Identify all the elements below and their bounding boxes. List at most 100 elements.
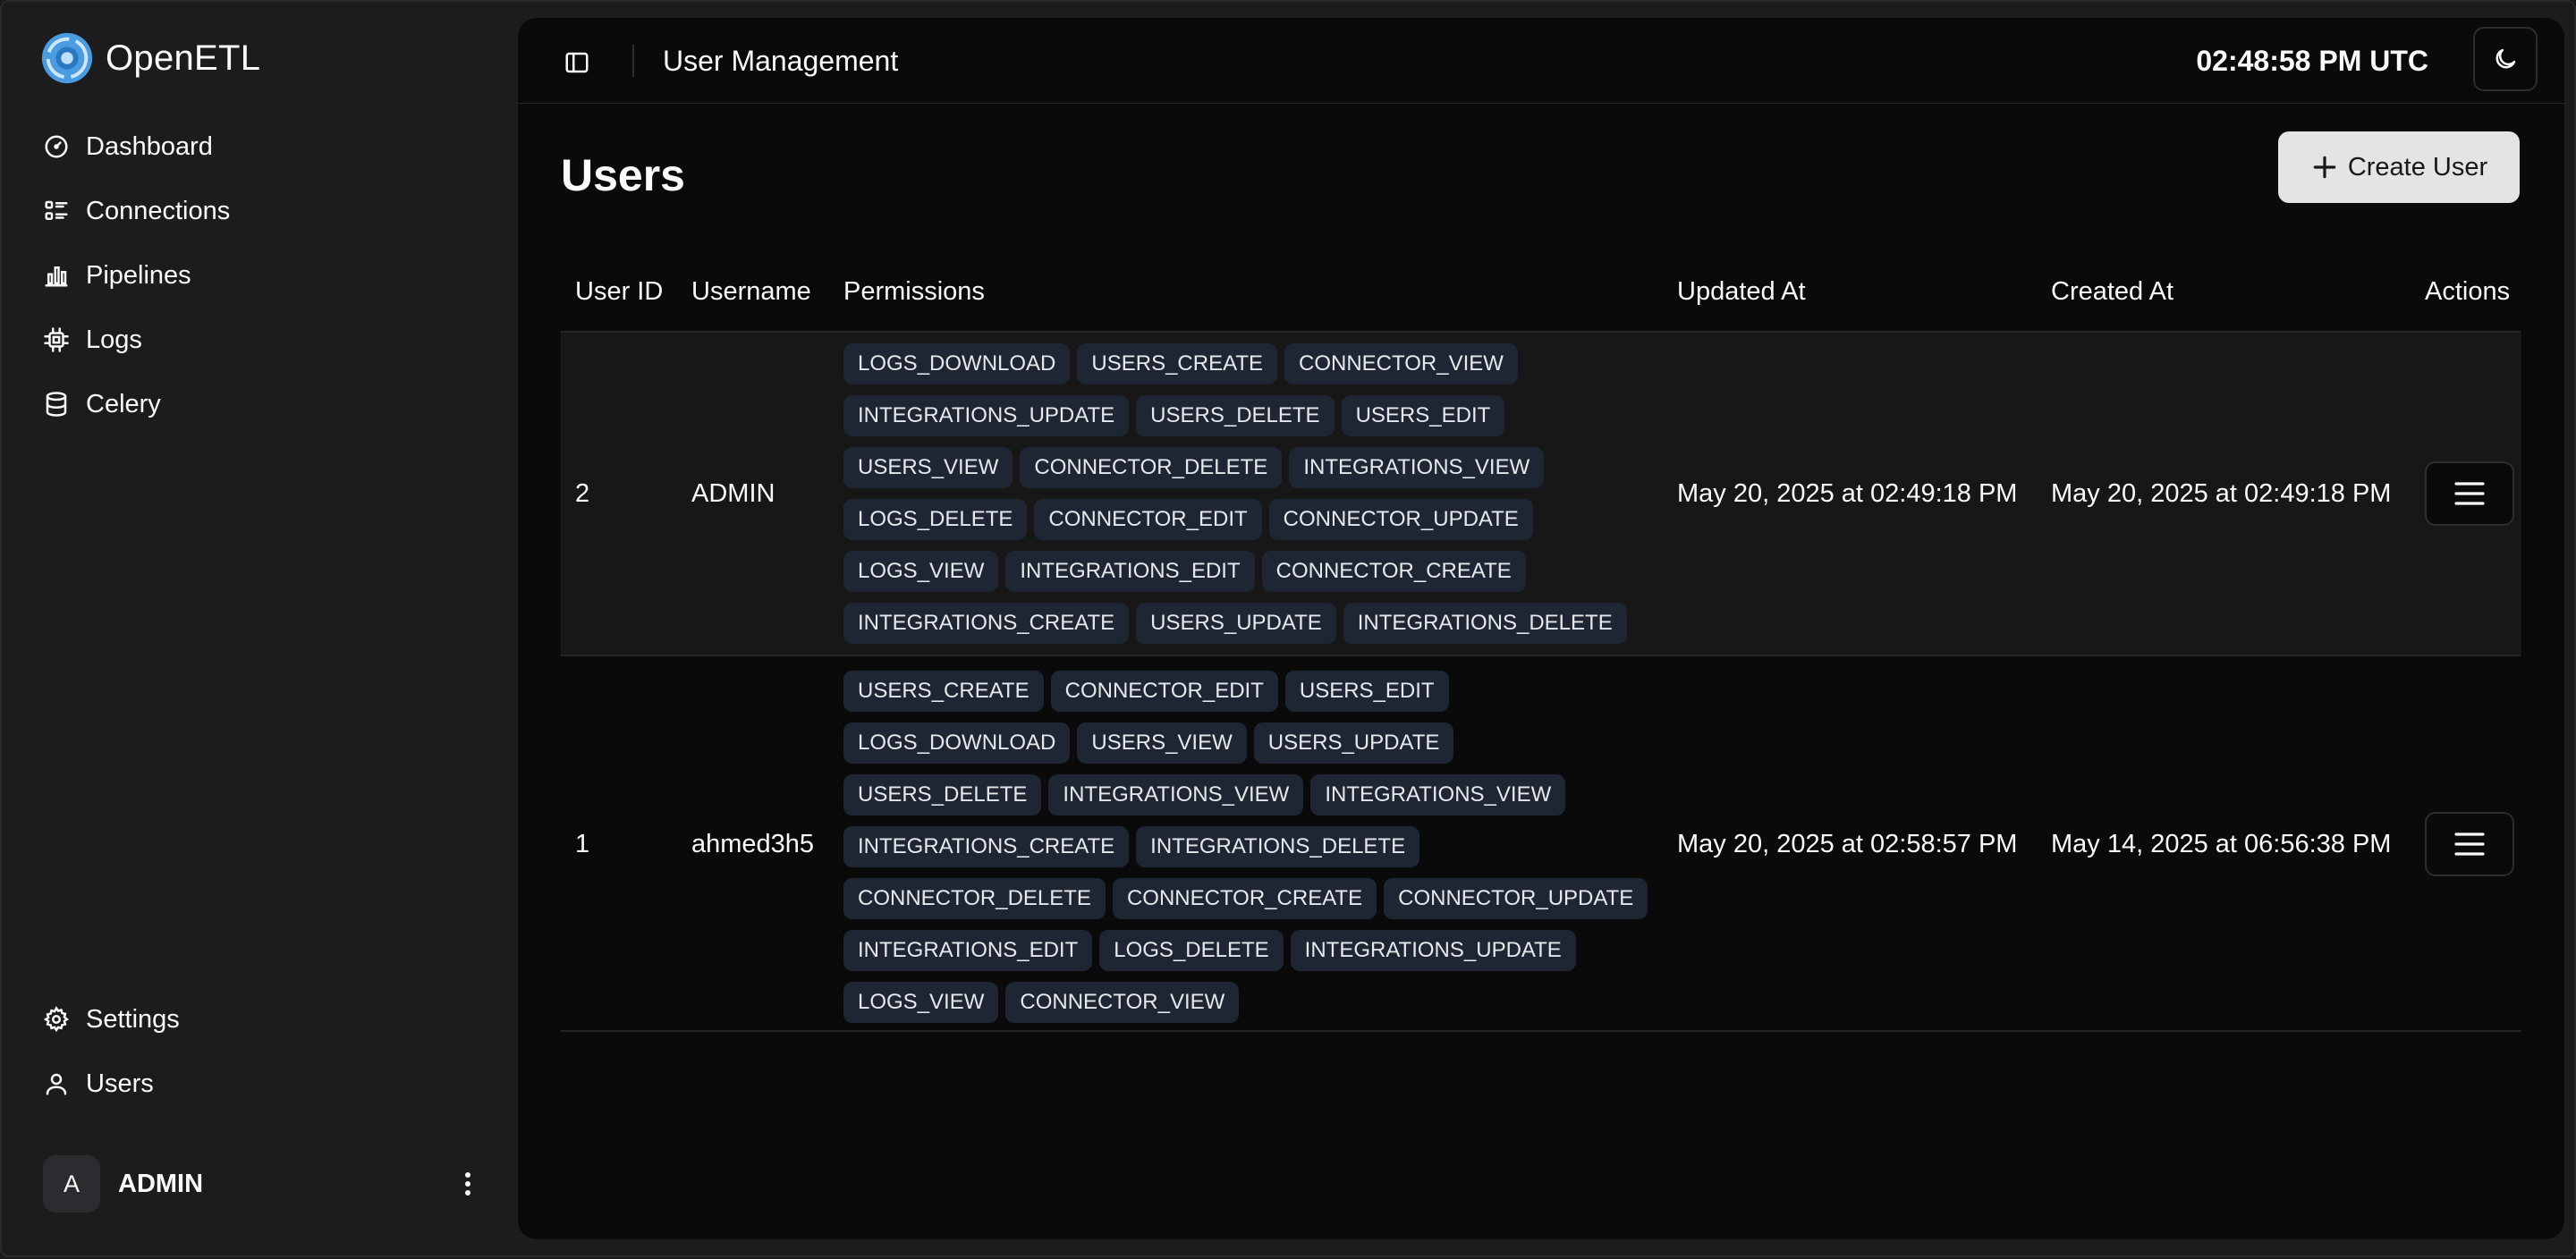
current-user[interactable]: A ADMIN xyxy=(43,1152,481,1216)
sidebar-item-label: Pipelines xyxy=(86,260,191,290)
permission-badge: CONNECTOR_UPDATE xyxy=(1268,499,1533,540)
gauge-icon xyxy=(45,135,68,158)
sidebar-item-label: Logs xyxy=(86,325,142,354)
permission-badge: LOGS_DELETE xyxy=(1099,930,1284,971)
plus-icon xyxy=(2313,156,2336,179)
brand[interactable]: OpenETL xyxy=(39,29,260,88)
table-header: User ID Username Permissions Updated At … xyxy=(561,252,2521,333)
sidebar-item-label: Users xyxy=(86,1069,154,1098)
moon-icon xyxy=(2496,48,2516,69)
row-actions-button[interactable] xyxy=(2425,812,2514,876)
openetl-logo-icon xyxy=(41,32,93,84)
column-header-user-id: User ID xyxy=(575,276,664,306)
permissions-cell: LOGS_DOWNLOAD USERS_CREATE CONNECTOR_VIEW I… xyxy=(829,343,1663,644)
sidebar-item-pipelines[interactable]: Pipelines xyxy=(29,243,494,308)
sidebar-toggle-button[interactable] xyxy=(557,43,597,82)
permission-badge: USERS_UPDATE xyxy=(1253,722,1454,764)
permission-badge: LOGS_VIEW xyxy=(843,551,999,592)
sidebar-item-label: Celery xyxy=(86,389,161,418)
database-icon xyxy=(46,392,67,417)
sidebar-item-settings[interactable]: Settings xyxy=(29,987,494,1052)
divider xyxy=(632,45,634,77)
actions-cell xyxy=(2411,461,2521,526)
row-actions-button[interactable] xyxy=(2425,461,2514,526)
permission-badge: LOGS_DOWNLOAD xyxy=(843,343,1071,384)
main-panel: User Management 02:48:58 PM UTC Users Cr… xyxy=(517,17,2565,1240)
column-header-username: Username xyxy=(691,276,811,306)
permission-badge: INTEGRATIONS_DELETE xyxy=(1136,826,1420,867)
column-header-created-at: Created At xyxy=(2051,276,2174,306)
permission-badge: USERS_EDIT xyxy=(1341,395,1505,436)
brand-name: OpenETL xyxy=(106,38,261,78)
bar-chart-icon xyxy=(45,266,68,287)
permission-badge: LOGS_VIEW xyxy=(843,982,999,1023)
permissions-cell: USERS_CREATE CONNECTOR_EDIT USERS_EDIT LOGS… xyxy=(829,656,1663,1023)
user-id-cell: 2 xyxy=(575,478,590,508)
permission-badge: INTEGRATIONS_UPDATE xyxy=(1290,930,1576,971)
column-header-actions: Actions xyxy=(2425,276,2511,306)
permission-badge: CONNECTOR_CREATE xyxy=(1112,878,1377,919)
permission-badges: LOGS_DOWNLOAD USERS_CREATE CONNECTOR_VIEW I… xyxy=(843,343,1648,644)
user-icon xyxy=(46,1073,67,1095)
sidebar-item-dashboard[interactable]: Dashboard xyxy=(29,114,494,179)
permission-badge: CONNECTOR_CREATE xyxy=(1261,551,1526,592)
permission-badge: INTEGRATIONS_UPDATE xyxy=(843,395,1130,436)
permission-badge: INTEGRATIONS_EDIT xyxy=(1005,551,1255,592)
created-at-cell: May 14, 2025 at 06:56:38 PM xyxy=(2051,829,2392,858)
gear-icon xyxy=(43,1006,69,1033)
permission-badge: INTEGRATIONS_EDIT xyxy=(843,930,1093,971)
permission-badge: USERS_VIEW xyxy=(843,447,1013,488)
permission-badge: INTEGRATIONS_CREATE xyxy=(843,826,1130,867)
users-table: User ID Username Permissions Updated At … xyxy=(561,252,2521,1032)
app-window: OpenETL Dashboard Connections Pipelines … xyxy=(0,0,2576,1257)
permission-badge: USERS_UPDATE xyxy=(1136,603,1336,644)
permission-badge: CONNECTOR_VIEW xyxy=(1284,343,1518,384)
permission-badge: USERS_VIEW xyxy=(1077,722,1247,764)
sidebar-secondary-nav: Settings Users xyxy=(29,987,494,1116)
cpu-icon xyxy=(44,327,69,352)
avatar: A xyxy=(43,1155,100,1213)
table-row[interactable]: 2 ADMIN LOGS_DOWNLOAD USERS_CREATE CONNECT… xyxy=(561,333,2521,656)
permission-badge: USERS_EDIT xyxy=(1284,671,1449,712)
permission-badge: USERS_DELETE xyxy=(843,774,1042,815)
sidebar-item-label: Settings xyxy=(86,1004,180,1034)
topbar: User Management 02:48:58 PM UTC xyxy=(518,18,2564,104)
panel-left-icon xyxy=(565,52,589,73)
create-user-label: Create User xyxy=(2347,152,2488,182)
permission-badge: LOGS_DOWNLOAD xyxy=(843,722,1071,764)
username-cell: ahmed3h5 xyxy=(691,829,815,858)
theme-toggle-button[interactable] xyxy=(2473,27,2538,91)
permission-badges: USERS_CREATE CONNECTOR_EDIT USERS_EDIT LOGS… xyxy=(843,671,1648,1023)
clock: 02:48:58 PM UTC xyxy=(2196,45,2428,77)
permission-badge: CONNECTOR_EDIT xyxy=(1050,671,1278,712)
menu-icon xyxy=(2454,482,2485,505)
actions-cell xyxy=(2411,656,2521,1032)
permission-badge: USERS_CREATE xyxy=(1077,343,1277,384)
username-cell: ADMIN xyxy=(691,478,775,508)
permission-badge: LOGS_DELETE xyxy=(843,499,1028,540)
sidebar-item-label: Connections xyxy=(86,196,231,225)
sidebar-item-logs[interactable]: Logs xyxy=(29,308,494,372)
permission-badge: CONNECTOR_DELETE xyxy=(1020,447,1283,488)
created-at-cell: May 20, 2025 at 02:49:18 PM xyxy=(2051,478,2392,508)
permission-badge: USERS_DELETE xyxy=(1136,395,1335,436)
create-user-button[interactable]: Create User xyxy=(2278,131,2520,203)
permission-badge: INTEGRATIONS_VIEW xyxy=(1310,774,1566,815)
sidebar-item-connections[interactable]: Connections xyxy=(29,179,494,243)
sidebar-item-celery[interactable]: Celery xyxy=(29,372,494,436)
updated-at-cell: May 20, 2025 at 02:58:57 PM xyxy=(1677,829,2018,858)
more-vertical-icon[interactable] xyxy=(454,1164,481,1204)
permission-badge: INTEGRATIONS_VIEW xyxy=(1289,447,1545,488)
sidebar-nav: Dashboard Connections Pipelines Logs Cel… xyxy=(29,114,494,436)
sidebar-item-label: Dashboard xyxy=(86,131,213,161)
column-header-updated-at: Updated At xyxy=(1677,276,1806,306)
table-row[interactable]: 1 ahmed3h5 USERS_CREATE CONNECTOR_EDIT USE… xyxy=(561,656,2521,1032)
permission-badge: CONNECTOR_UPDATE xyxy=(1384,878,1648,919)
sidebar-item-users[interactable]: Users xyxy=(29,1052,494,1116)
column-header-permissions: Permissions xyxy=(843,276,985,306)
permission-badge: USERS_CREATE xyxy=(843,671,1044,712)
permission-badge: INTEGRATIONS_VIEW xyxy=(1048,774,1304,815)
sidebar: OpenETL Dashboard Connections Pipelines … xyxy=(2,2,517,1259)
permission-badge: CONNECTOR_EDIT xyxy=(1034,499,1262,540)
page-title: Users xyxy=(561,150,685,200)
